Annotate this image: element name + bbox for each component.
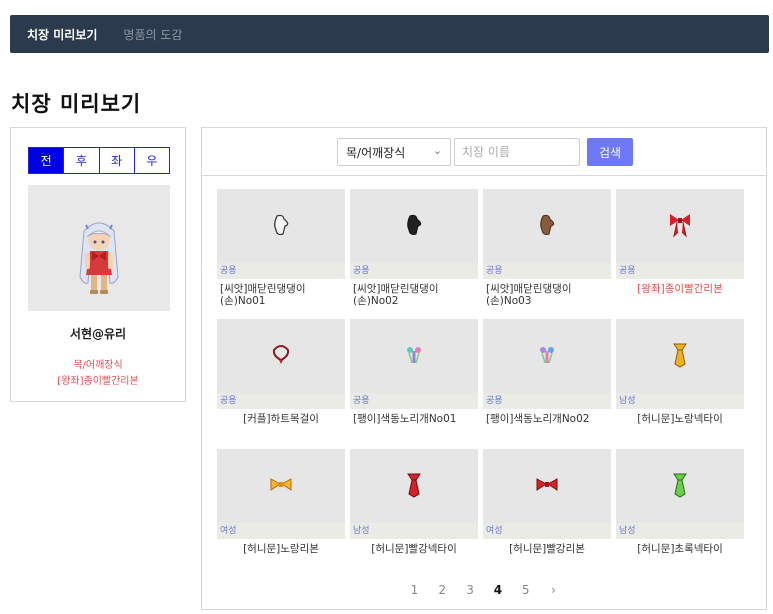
item-card[interactable]: 여성 [허니문]빨강리본 bbox=[483, 449, 611, 577]
item-gender: 여성 bbox=[217, 523, 345, 539]
nav-item-costume-preview[interactable]: 치장 미리보기 bbox=[27, 26, 97, 43]
item-name: [허니문]빨강리본 bbox=[509, 543, 585, 555]
direction-tabs: 전 후 좌 우 bbox=[28, 147, 170, 174]
item-card[interactable]: 공용 [씨앗]매닫린댕댕이(손)No02 bbox=[350, 189, 478, 317]
character-sprite-icon bbox=[79, 222, 119, 294]
item-gender: 남성 bbox=[616, 523, 744, 539]
character-preview bbox=[28, 185, 170, 311]
item-card[interactable]: 남성 [허니문]노랑넥타이 bbox=[616, 319, 744, 447]
item-name: [씨앗]매닫린댕댕이(손)No03 bbox=[486, 283, 572, 307]
item-gender: 공용 bbox=[217, 393, 345, 409]
chevron-down-icon: ⌄ bbox=[432, 144, 442, 157]
item-card[interactable]: 공용 [팽이]색동노리개No02 bbox=[483, 319, 611, 447]
page-link-4-current[interactable]: 4 bbox=[486, 583, 510, 597]
item-name: [왕좌]종이빨간리본 bbox=[637, 283, 723, 295]
item-name: [허니문]노랑리본 bbox=[243, 543, 319, 555]
item-name: [팽이]색동노리개No02 bbox=[486, 413, 590, 425]
item-name: [팽이]색동노리개No01 bbox=[353, 413, 457, 425]
heart-necklace-icon bbox=[272, 345, 290, 364]
yellow-necktie-icon bbox=[673, 343, 687, 368]
item-card[interactable]: 공용 [씨앗]매닫린댕댕이(손)No03 bbox=[483, 189, 611, 317]
item-name: [허니문]노랑넥타이 bbox=[637, 413, 723, 425]
item-gender: 공용 bbox=[483, 263, 611, 279]
item-gender: 공용 bbox=[350, 263, 478, 279]
item-name: [씨앗]매닫린댕댕이(손)No01 bbox=[220, 283, 306, 307]
red-ribbon-icon bbox=[670, 214, 690, 238]
item-card[interactable]: 남성 [허니문]초록넥타이 bbox=[616, 449, 744, 577]
red-bow-icon bbox=[536, 478, 558, 491]
item-card[interactable]: 남성 [허니문]빨강넥타이 bbox=[350, 449, 478, 577]
page-link-3[interactable]: 3 bbox=[458, 583, 482, 597]
item-card[interactable]: 공용 [왕좌]종이빨간리본 bbox=[616, 189, 744, 317]
category-select-value: 목/어깨장식 bbox=[346, 145, 406, 160]
red-necktie-icon bbox=[407, 473, 421, 498]
tab-direction-right[interactable]: 우 bbox=[134, 148, 169, 173]
next-page-chevron-icon[interactable]: › bbox=[542, 583, 566, 597]
item-name: [허니문]초록넥타이 bbox=[637, 543, 723, 555]
item-gender: 여성 bbox=[483, 523, 611, 539]
pagination: 1 2 3 4 5 › bbox=[202, 583, 766, 597]
mitten-brown-icon bbox=[540, 214, 555, 235]
search-bar: 목/어깨장식 ⌄ 검색 bbox=[202, 128, 766, 176]
norigae-icon bbox=[407, 347, 421, 364]
item-card[interactable]: 공용 [팽이]색동노리개No01 bbox=[350, 319, 478, 447]
item-name: [허니문]빨강넥타이 bbox=[371, 543, 457, 555]
item-gender: 남성 bbox=[616, 393, 744, 409]
character-name: 서현@유리 bbox=[69, 327, 127, 341]
item-card[interactable]: 여성 [허니문]노랑리본 bbox=[217, 449, 345, 577]
equipped-category: 목/어깨장식 bbox=[73, 360, 123, 371]
tab-direction-back[interactable]: 후 bbox=[64, 148, 100, 173]
item-gender: 공용 bbox=[616, 263, 744, 279]
item-gender: 남성 bbox=[350, 523, 478, 539]
item-gender: 공용 bbox=[483, 393, 611, 409]
mitten-black-icon bbox=[407, 214, 422, 235]
item-gender: 공용 bbox=[217, 263, 345, 279]
tab-direction-left[interactable]: 좌 bbox=[99, 148, 135, 173]
item-name: [씨앗]매닫린댕댕이(손)No02 bbox=[353, 283, 439, 307]
norigae-icon bbox=[540, 347, 554, 364]
item-name-search-input[interactable] bbox=[454, 138, 580, 166]
search-button[interactable]: 검색 bbox=[587, 138, 633, 166]
item-gender: 공용 bbox=[350, 393, 478, 409]
character-preview-panel: 전 후 좌 우 서현@유리 목/어깨장식 [왕좌]종이빨간리본 bbox=[10, 127, 186, 402]
item-browser-panel: 목/어깨장식 ⌄ 검색 공용 [씨앗]매닫린댕댕이(손)No01 공용 [씨앗]… bbox=[201, 127, 767, 610]
yellow-ribbon-icon bbox=[270, 478, 292, 491]
page-title: 치장 미리보기 bbox=[11, 92, 142, 116]
mitten-white-icon bbox=[274, 214, 289, 236]
page-link-1[interactable]: 1 bbox=[402, 583, 426, 597]
category-select[interactable]: 목/어깨장식 ⌄ bbox=[337, 138, 451, 166]
page-link-5[interactable]: 5 bbox=[514, 583, 538, 597]
page-link-2[interactable]: 2 bbox=[430, 583, 454, 597]
tab-direction-front[interactable]: 전 bbox=[29, 148, 65, 173]
top-navigation: 치장 미리보기 명품의 도감 bbox=[10, 15, 769, 53]
equipped-item-name: [왕좌]종이빨간리본 bbox=[57, 376, 139, 387]
nav-item-luxury-collection[interactable]: 명품의 도감 bbox=[123, 26, 182, 43]
green-necktie-icon bbox=[673, 473, 687, 498]
item-card[interactable]: 공용 [커플]하트목걸이 bbox=[217, 319, 345, 447]
item-name: [커플]하트목걸이 bbox=[243, 413, 319, 425]
item-card[interactable]: 공용 [씨앗]매닫린댕댕이(손)No01 bbox=[217, 189, 345, 317]
